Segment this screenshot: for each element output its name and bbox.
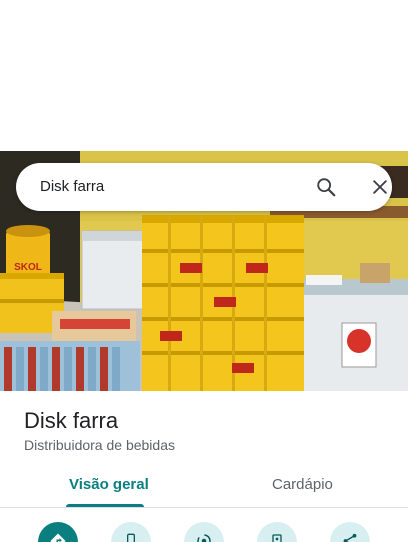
close-icon — [373, 180, 387, 194]
photo-sign-text: SKOL — [14, 262, 42, 273]
share-button[interactable] — [330, 522, 370, 542]
action-buttons-row — [0, 520, 408, 542]
share-location-button[interactable] — [184, 522, 224, 542]
call-button[interactable] — [111, 522, 151, 542]
tab-menu[interactable]: Cardápio — [272, 476, 333, 493]
place-category[interactable]: Distribuidora de bebidas — [24, 437, 175, 453]
search-bar[interactable]: Disk farra — [16, 163, 392, 211]
active-tab-indicator — [66, 504, 144, 507]
save-button[interactable] — [257, 522, 297, 542]
save-icon — [272, 534, 282, 542]
place-details-screen: SKOL Disk farra Disk farra Distribuidora… — [0, 0, 408, 542]
share-location-icon — [197, 534, 211, 542]
clear-search-button[interactable] — [368, 175, 392, 199]
phone-icon — [127, 533, 135, 542]
directions-button[interactable] — [38, 522, 78, 542]
share-icon — [343, 533, 357, 542]
directions-icon — [50, 533, 66, 542]
search-button[interactable] — [314, 175, 338, 199]
tab-overview[interactable]: Visão geral — [69, 476, 149, 493]
tab-bar: Visão geral Cardápio — [0, 466, 408, 508]
place-title: Disk farra — [24, 408, 119, 433]
search-input[interactable]: Disk farra — [40, 178, 104, 195]
search-icon — [317, 178, 336, 197]
